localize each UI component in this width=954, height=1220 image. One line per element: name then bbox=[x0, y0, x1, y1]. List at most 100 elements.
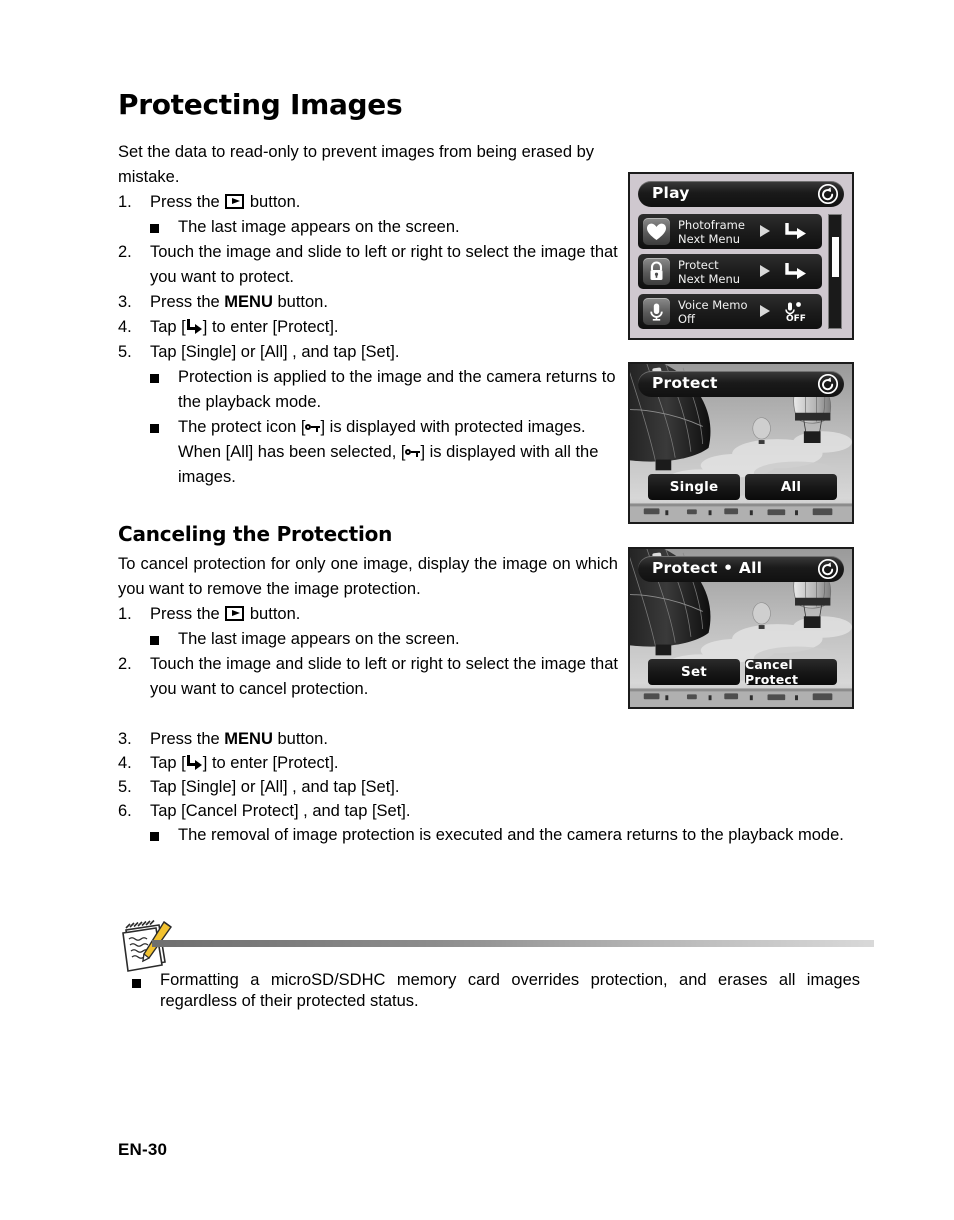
microphone-icon bbox=[643, 298, 670, 325]
enter-arrow-icon bbox=[782, 220, 812, 244]
step-1-post: button. bbox=[245, 193, 301, 211]
vertical-scrollbar[interactable] bbox=[828, 214, 842, 329]
bullet-protect-icon-note: The protect icon [] is displayed with pr… bbox=[118, 415, 618, 440]
page-title: Protecting Images bbox=[118, 88, 403, 121]
menu-row-photoframe-label: Photoframe bbox=[678, 218, 745, 232]
square-bullet-icon bbox=[150, 636, 159, 645]
enter-arrow-icon bbox=[782, 260, 812, 284]
protect-titlebar: Protect bbox=[638, 371, 844, 397]
return-arrow-icon[interactable] bbox=[817, 183, 839, 205]
step-4-number: 4. bbox=[118, 318, 132, 336]
cancel-step-4-number: 4. bbox=[118, 754, 132, 772]
section-heading-canceling: Canceling the Protection bbox=[118, 522, 393, 546]
square-bullet-icon bbox=[150, 224, 159, 233]
cancel-step-3-pre: Press the bbox=[150, 730, 225, 748]
cancel-step-6-number: 6. bbox=[118, 802, 132, 820]
step-3-number: 3. bbox=[118, 293, 132, 311]
bullet-protect-icon-pre: The protect icon [ bbox=[178, 418, 306, 436]
note-divider bbox=[152, 940, 874, 947]
menu-button-label: MENU bbox=[224, 293, 273, 311]
bullet-last-image-text: The last image appears on the screen. bbox=[178, 218, 460, 236]
square-bullet-icon bbox=[132, 979, 141, 988]
protect-single-button[interactable]: Single bbox=[648, 474, 740, 500]
cancel-step-3-number: 3. bbox=[118, 730, 132, 748]
menu-row-protect-label: Protect bbox=[678, 258, 719, 272]
document-page: Protecting Images Set the data to read-o… bbox=[0, 0, 954, 1220]
padlock-icon bbox=[643, 258, 670, 285]
cancel-bullet-removal: The removal of image protection is execu… bbox=[118, 823, 860, 847]
enter-arrow-icon bbox=[186, 755, 203, 770]
step-5-number: 5. bbox=[118, 343, 132, 361]
menu-row-photoframe-value: Next Menu bbox=[678, 232, 741, 246]
cancel-step-1-pre: Press the bbox=[150, 605, 225, 623]
canceling-instructions: To cancel protection for only one image,… bbox=[118, 552, 618, 702]
canceling-intro: To cancel protection for only one image,… bbox=[118, 555, 618, 598]
protect-instructions: Set the data to read-only to prevent ima… bbox=[118, 140, 618, 490]
canceling-instructions-wide: 3. Press the MENU button. 4. Tap [ ] to ent… bbox=[118, 727, 860, 847]
cancel-step-2-number: 2. bbox=[118, 655, 132, 673]
menu-row-voice-memo-label: Voice Memo bbox=[678, 298, 748, 312]
cancel-step-1-post: button. bbox=[245, 605, 301, 623]
playback-icon bbox=[225, 606, 245, 621]
cancel-step-4: 4. Tap [ ] to enter [Protect]. bbox=[118, 751, 860, 775]
cancel-step-3: 3. Press the MENU button. bbox=[118, 727, 860, 751]
step-2-number: 2. bbox=[118, 243, 132, 261]
step-5: 5. Tap [Single] or [All] , and tap [Set]. bbox=[118, 340, 618, 365]
step-2: 2. Touch the image and slide to left or r… bbox=[118, 240, 618, 290]
note-bullet: Formatting a microSD/SDHC memory card ov… bbox=[118, 970, 860, 1012]
protect-all-titlebar: Protect • All bbox=[638, 556, 844, 582]
menu-row-protect[interactable]: Protect Next Menu bbox=[638, 254, 822, 289]
step-1-pre: Press the bbox=[150, 193, 225, 211]
protect-all-screenshot: Protect • All Set Cancel Protect bbox=[628, 547, 854, 709]
step-4-pre: Tap [ bbox=[150, 318, 186, 336]
note-bullet-text: Formatting a microSD/SDHC memory card ov… bbox=[160, 971, 860, 1010]
step-5-text: Tap [Single] or [All] , and tap [Set]. bbox=[150, 343, 400, 361]
step-3-pre: Press the bbox=[150, 293, 225, 311]
bullet-all-selected-pre: When [All] has been selected, [ bbox=[178, 443, 406, 461]
key-protect-icon bbox=[405, 447, 421, 458]
right-triangle-icon bbox=[760, 305, 770, 317]
cancel-bullet-last-image: The last image appears on the screen. bbox=[118, 627, 618, 652]
cancel-protect-button[interactable]: Cancel Protect bbox=[745, 657, 837, 687]
bullet-protection-applied-text: Protection is applied to the image and t… bbox=[178, 368, 616, 411]
cancel-step-5: 5. Tap [Single] or [All] , and tap [Set]. bbox=[118, 775, 860, 799]
cancel-step-2: 2. Touch the image and slide to left or r… bbox=[118, 652, 618, 702]
playback-icon bbox=[225, 194, 245, 209]
square-bullet-icon bbox=[150, 832, 159, 841]
protect-all-set-button[interactable]: Set bbox=[648, 659, 740, 685]
step-4: 4. Tap [] to enter [Protect]. bbox=[118, 315, 618, 340]
play-menu-title: Play bbox=[652, 184, 690, 202]
page-number: EN-30 bbox=[118, 1140, 168, 1159]
menu-row-voice-memo[interactable]: Voice Memo Off OFF bbox=[638, 294, 822, 329]
square-bullet-icon bbox=[150, 374, 159, 383]
svg-text:OFF: OFF bbox=[786, 314, 806, 324]
bullet-last-image: The last image appears on the screen. bbox=[118, 215, 618, 240]
cancel-step-5-number: 5. bbox=[118, 778, 132, 796]
menu-row-photoframe[interactable]: Photoframe Next Menu bbox=[638, 214, 822, 249]
protect-all-button[interactable]: All bbox=[745, 474, 837, 500]
return-arrow-icon[interactable] bbox=[817, 373, 839, 395]
cancel-step-1: 1. Press the button. bbox=[118, 602, 618, 627]
intro-paragraph: Set the data to read-only to prevent ima… bbox=[118, 143, 595, 186]
step-3-post: button. bbox=[272, 293, 328, 311]
square-bullet-icon bbox=[150, 424, 159, 433]
scrollbar-thumb[interactable] bbox=[832, 237, 839, 277]
menu-button-label: MENU bbox=[224, 730, 273, 748]
cancel-step-4-pre: Tap [ bbox=[150, 754, 186, 772]
step-2-text: Touch the image and slide to left or rig… bbox=[150, 243, 618, 286]
mic-off-icon: OFF bbox=[782, 300, 812, 324]
right-triangle-icon bbox=[760, 265, 770, 277]
bullet-protection-applied: Protection is applied to the image and t… bbox=[118, 365, 618, 415]
menu-row-protect-value: Next Menu bbox=[678, 272, 741, 286]
return-arrow-icon[interactable] bbox=[817, 558, 839, 580]
protect-screenshot: Protect Single All bbox=[628, 362, 854, 524]
cancel-bullet-last-image-text: The last image appears on the screen. bbox=[178, 630, 460, 648]
step-1: 1. Press the button. bbox=[118, 190, 618, 215]
note-section: Formatting a microSD/SDHC memory card ov… bbox=[118, 970, 860, 1012]
heart-icon bbox=[643, 218, 670, 245]
cancel-step-3-post: button. bbox=[272, 730, 328, 748]
step-1-number: 1. bbox=[118, 193, 132, 211]
play-menu-screenshot: Play Photoframe Next Menu Protect Next M… bbox=[628, 172, 854, 340]
cancel-step-4-post: ] to enter [Protect]. bbox=[202, 754, 339, 772]
play-menu-titlebar: Play bbox=[638, 181, 844, 207]
